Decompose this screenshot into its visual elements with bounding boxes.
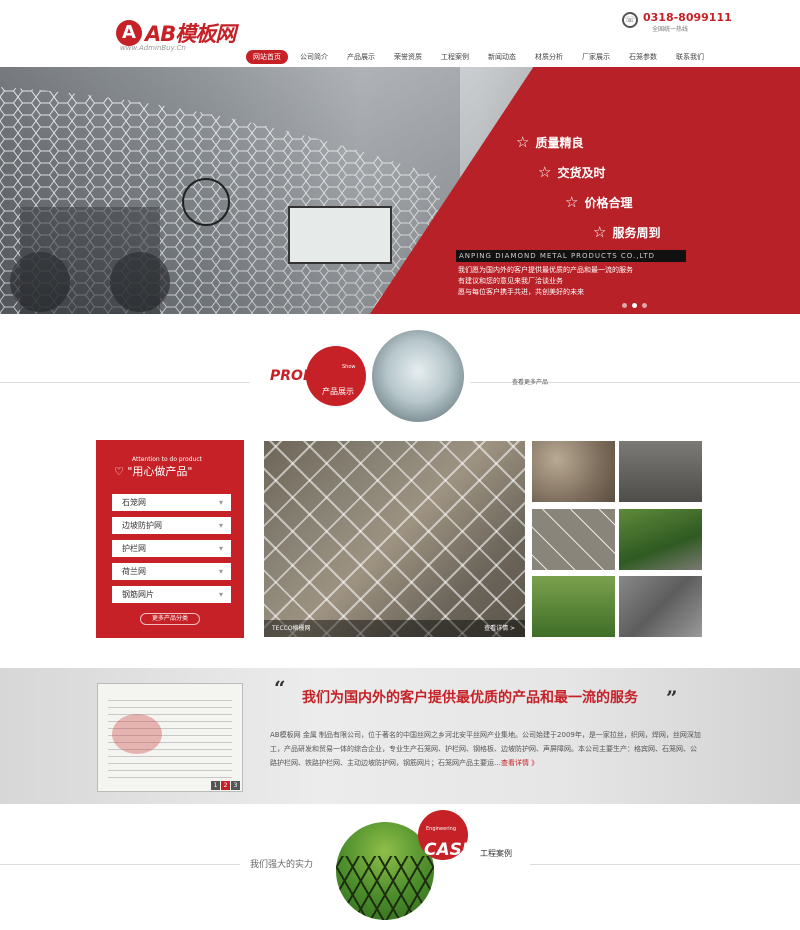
chevron-down-icon: ▾ xyxy=(218,521,223,530)
nav-item-materials[interactable]: 材质分析 xyxy=(528,50,570,64)
nav-item-honors[interactable]: 荣誉资质 xyxy=(387,50,429,64)
category-title: ♡ "用心做产品" xyxy=(114,465,193,478)
case-title-en: CASE xyxy=(424,840,474,860)
certificate-image[interactable] xyxy=(97,683,243,792)
more-categories-button[interactable]: 更多产品分类 xyxy=(140,613,200,625)
nav-item-contact[interactable]: 联系我们 xyxy=(669,50,711,64)
mesh-detail-inset xyxy=(288,206,392,264)
banner-text: 我们愿为国内外的客户提供最优质的产品和最一流的服务 有建议和您的意见来我厂洽谈业… xyxy=(458,266,633,296)
magnifier-ring xyxy=(182,178,230,226)
cert-page-3[interactable]: 3 xyxy=(231,781,240,790)
more-products-link[interactable]: 查看更多产品 xyxy=(512,377,548,386)
product-thumb-slope[interactable] xyxy=(619,509,702,570)
logo-icon[interactable]: A xyxy=(116,20,142,46)
phone-number: 0318-8099111 xyxy=(643,11,732,24)
slogan-1: ☆ 质量精良 xyxy=(516,133,584,151)
products-title-en: PRODUCTS xyxy=(270,368,356,384)
nav-item-products[interactable]: 产品展示 xyxy=(340,50,382,64)
category-subtitle: Attention to do product xyxy=(132,456,202,463)
star-icon: ☆ xyxy=(593,223,607,241)
star-icon: ☆ xyxy=(516,133,530,151)
main-nav: 网站首页 公司简介 产品展示 荣誉资质 工程案例 新闻动态 材质分析 厂家展示 … xyxy=(246,50,716,64)
nav-item-factory[interactable]: 厂家展示 xyxy=(575,50,617,64)
cert-page-2[interactable]: 2 xyxy=(221,781,230,790)
case-small-label: Engineering xyxy=(426,826,456,832)
case-divider-left xyxy=(0,864,240,865)
about-more-link[interactable]: 查看详情 》 xyxy=(501,759,538,767)
nav-item-about[interactable]: 公司简介 xyxy=(293,50,335,64)
category-item-fence[interactable]: 护栏网 ▾ xyxy=(112,540,231,557)
product-thumb-gabion-box[interactable] xyxy=(619,441,702,502)
featured-product-image[interactable] xyxy=(264,441,525,637)
close-quote-icon: ” xyxy=(666,686,678,710)
slogan-4: ☆ 服务周到 xyxy=(593,223,661,241)
logo-url: www.AdminBuy.Cn xyxy=(120,44,186,52)
phone-icon: ☏ xyxy=(622,12,638,28)
category-item-slope[interactable]: 边坡防护网 ▾ xyxy=(112,517,231,534)
divider-left xyxy=(0,382,250,383)
product-thumb-green-slope[interactable] xyxy=(532,576,615,637)
slide-dot[interactable] xyxy=(622,303,627,308)
open-quote-icon: “ xyxy=(274,676,286,700)
chevron-down-icon: ▾ xyxy=(218,590,223,599)
category-item-gabion[interactable]: 石笼网 ▾ xyxy=(112,494,231,511)
nav-item-params[interactable]: 石笼参数 xyxy=(622,50,664,64)
nav-item-home[interactable]: 网站首页 xyxy=(246,50,288,64)
about-body: AB模板网 金属 制品有限公司，位于著名的中国丝网之乡河北安平丝网产业集地。公司… xyxy=(270,731,701,767)
heart-icon: ♡ xyxy=(114,465,124,478)
featured-caption[interactable]: TECCO格栅网 查看详情 > xyxy=(264,620,525,637)
slogan-3: ☆ 价格合理 xyxy=(565,193,633,211)
cert-page-1[interactable]: 1 xyxy=(211,781,220,790)
chevron-down-icon: ▾ xyxy=(218,567,223,576)
nav-item-news[interactable]: 新闻动态 xyxy=(481,50,523,64)
certificate-stamp xyxy=(112,714,162,754)
slide-dot[interactable] xyxy=(642,303,647,308)
chevron-down-icon: ▾ xyxy=(218,544,223,553)
star-icon: ☆ xyxy=(538,163,552,181)
chevron-down-icon: ▾ xyxy=(218,498,223,507)
about-title: 我们为国内外的客户提供最优质的产品和最一流的服务 xyxy=(302,690,638,706)
category-item-dutch[interactable]: 荷兰网 ▾ xyxy=(112,563,231,580)
company-english-name: ANPING DIAMOND METAL PRODUCTS CO.,LTD xyxy=(456,250,686,262)
star-icon: ☆ xyxy=(565,193,579,211)
product-thumb-mesh[interactable] xyxy=(532,509,615,570)
category-item-rebar[interactable]: 钢筋网片 ▾ xyxy=(112,586,231,603)
case-title-cn: 工程案例 xyxy=(480,849,512,858)
nav-item-cases[interactable]: 工程案例 xyxy=(434,50,476,64)
view-detail-link[interactable]: 查看详情 > xyxy=(484,620,515,637)
product-thumb-stones[interactable] xyxy=(532,441,615,502)
product-thumb-rock-mesh[interactable] xyxy=(619,576,702,637)
phone-label: 全国统一热线 xyxy=(652,26,689,33)
products-small-label: Show xyxy=(342,364,356,370)
case-divider-right xyxy=(530,864,800,865)
case-left-label: 我们强大的实力 xyxy=(250,860,314,870)
slide-dot-active[interactable] xyxy=(632,303,637,308)
products-mesh-image xyxy=(372,330,464,422)
slogan-2: ☆ 交货及时 xyxy=(538,163,606,181)
products-title-cn: 产品展示 xyxy=(322,387,354,396)
